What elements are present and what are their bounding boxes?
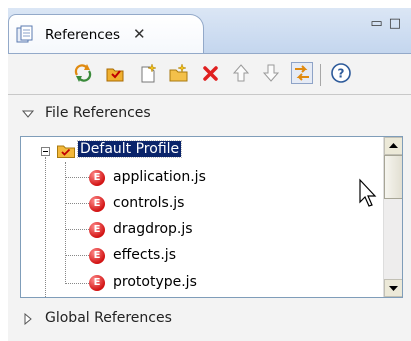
tree-item-label: controls.js <box>113 195 185 211</box>
tree-item-file[interactable]: E application.js <box>21 165 381 192</box>
view-tab-bar: References ✕ ▭□ <box>8 8 411 54</box>
maximize-icon[interactable]: □ <box>389 16 407 31</box>
new-profile-icon[interactable] <box>104 62 126 84</box>
window-controls: ▭□ <box>370 16 407 31</box>
tree-item-label: Default Profile <box>76 140 183 158</box>
scrollbar-thumb[interactable] <box>384 155 402 199</box>
references-view: References ✕ ▭□ ? File References Defaul… <box>8 8 411 341</box>
global-references-label: Global References <box>45 310 172 326</box>
references-tab[interactable]: References ✕ <box>8 14 204 53</box>
tree-item-file[interactable]: E dragdrop.js <box>21 217 381 244</box>
tree-item-label: prototype.js <box>113 274 197 290</box>
tree-item-file[interactable]: E prototype.js <box>21 270 381 297</box>
link-with-editor-icon[interactable] <box>291 62 313 84</box>
add-folder-icon[interactable] <box>168 62 190 84</box>
vertical-scrollbar[interactable] <box>383 137 402 297</box>
tab-title: References <box>45 27 121 43</box>
refresh-icon[interactable] <box>72 62 94 84</box>
tree-item-label: dragdrop.js <box>113 221 193 237</box>
help-icon[interactable]: ? <box>330 62 352 84</box>
file-references-label: File References <box>45 105 151 121</box>
global-references-section[interactable]: Global References <box>8 300 411 338</box>
file-error-badge-icon: E <box>89 248 105 264</box>
file-error-badge-icon: E <box>89 222 105 238</box>
file-error-badge-icon: E <box>89 196 105 212</box>
mouse-pointer-icon <box>358 178 380 208</box>
tree-item-label: application.js <box>113 169 206 185</box>
svg-text:?: ? <box>338 67 345 81</box>
view-toolbar: ? <box>8 54 411 95</box>
file-error-badge-icon: E <box>89 170 105 186</box>
tree-item-label: effects.js <box>113 247 176 263</box>
add-file-reference-icon[interactable] <box>136 62 158 84</box>
scroll-down-button[interactable] <box>384 279 402 297</box>
scroll-up-button[interactable] <box>384 137 402 155</box>
collapsed-triangle-icon[interactable] <box>22 312 34 326</box>
tree-item-file[interactable]: E effects.js <box>21 243 381 270</box>
file-error-badge-icon: E <box>89 275 105 291</box>
delete-icon[interactable] <box>200 62 222 84</box>
minimize-icon[interactable]: ▭ <box>370 16 388 31</box>
expanded-triangle-icon[interactable] <box>21 108 35 120</box>
close-icon[interactable]: ✕ <box>133 25 146 43</box>
toolbar-separator <box>320 64 321 86</box>
tree-item-file[interactable]: E controls.js <box>21 191 381 218</box>
collapse-toggle-icon[interactable] <box>41 147 50 156</box>
file-references-section[interactable]: File References <box>8 95 411 133</box>
references-view-icon <box>15 25 37 45</box>
move-up-icon[interactable] <box>230 62 252 84</box>
profile-folder-icon <box>57 144 75 158</box>
tree-root-default-profile[interactable]: Default Profile <box>21 138 381 165</box>
move-down-icon[interactable] <box>260 62 282 84</box>
file-references-tree[interactable]: Default Profile E application.js E contr… <box>20 136 403 298</box>
